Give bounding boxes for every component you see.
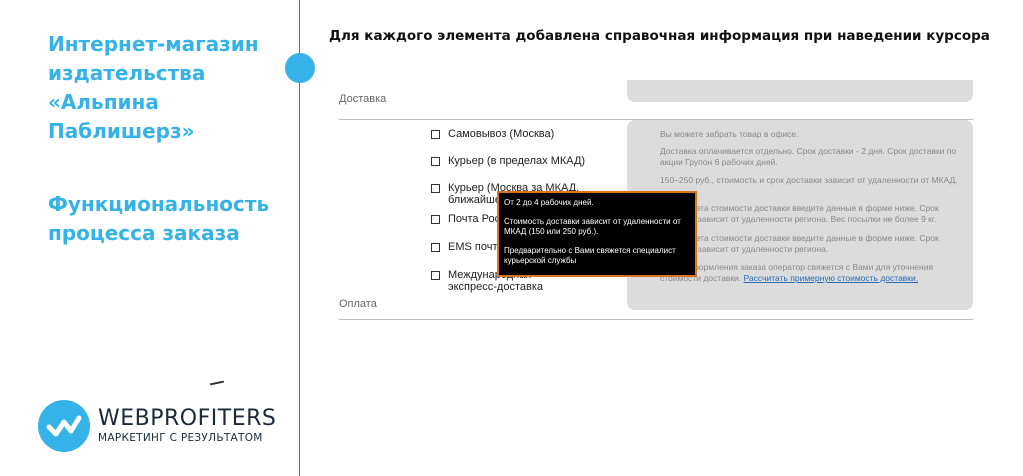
payment-section-label: Оплата [339,298,377,310]
sidebar-title-line: «Альпина [48,90,159,114]
delivery-option-label: Самовывоз (Москва) [448,128,555,140]
previous-info-box [627,80,973,102]
logo-name: WEBPROFITERS [98,406,277,431]
info-text-international: После оформления заказа оператор свяжетс… [660,262,965,284]
page-heading: Для каждого элемента добавлена справочна… [329,28,990,44]
section-divider [339,319,973,320]
info-text-ems: Для расчета стоимости доставки введите д… [660,233,939,254]
checkbox[interactable] [431,184,440,193]
logo-tagline: МАРКЕТИНГ С РЕЗУЛЬТАТОМ [98,432,263,444]
sidebar-subtitle-line: процесса заказа [48,221,240,245]
checkbox[interactable] [431,130,440,139]
sidebar-subtitle-line: Функциональность [48,192,270,216]
delivery-option-courier-mkad[interactable]: Курьер (в пределах МКАД) [431,155,585,167]
checkbox[interactable] [431,215,440,224]
calc-shipping-link[interactable]: Рассчитать примерную стоимость доставки. [744,273,919,283]
tooltip-line: Предварительно с Вами свяжется специалис… [504,245,676,266]
sidebar-subtitle: Функциональность процесса заказа [48,190,298,248]
sidebar-title-line: издательства [48,61,206,85]
delivery-option-ems[interactable]: EMS почта [431,241,504,253]
decorative-dash [209,380,225,386]
sidebar-title: Интернет-магазин издательства «Альпина П… [48,30,298,146]
checkbox[interactable] [431,243,440,252]
logo-check-icon [38,400,90,452]
checkbox[interactable] [431,157,440,166]
info-text-russian-post: Для расчета стоимости доставки введите д… [660,203,939,224]
info-text-courier-mkad: Доставка оплачивается отдельно. Срок дос… [660,146,957,167]
sidebar-title-line: Интернет-магазин [48,32,259,56]
tooltip-line: Стоимость доставки зависит от удаленност… [504,216,681,237]
sidebar-title-line: Паблишерз» [48,119,195,143]
delivery-option-label: EMS почта [448,241,504,253]
delivery-option-pickup[interactable]: Самовывоз (Москва) [431,128,554,140]
webprofiters-logo: WEBPROFITERS МАРКЕТИНГ С РЕЗУЛЬТАТОМ [38,400,276,452]
courier-tooltip: От 2 до 4 рабочих дней. Стоимость достав… [497,191,697,277]
delivery-option-label: Курьер (в пределах МКАД) [448,155,586,167]
info-text-pickup: Вы можете забрать товар в офисе. [660,129,799,139]
tooltip-line: От 2 до 4 рабочих дней. [504,198,594,207]
delivery-section-label: Доставка [339,93,387,105]
info-text-courier-outside: 150–250 руб., стоимость и срок доставки … [660,175,958,185]
checkbox[interactable] [431,271,440,280]
timeline-dot [285,53,315,83]
